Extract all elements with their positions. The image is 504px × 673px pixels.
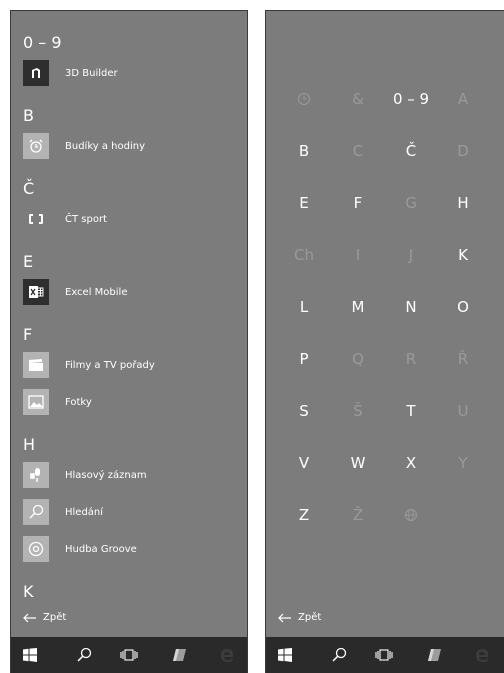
- jump-letter[interactable]: P: [284, 344, 324, 374]
- jump-letter[interactable]: W: [338, 448, 378, 478]
- jump-letter: Ž: [352, 506, 364, 524]
- alarm-clock-icon: [23, 133, 49, 159]
- search-icon: [23, 499, 49, 525]
- group-header[interactable]: Č: [23, 179, 34, 198]
- jump-letter: Ř: [457, 350, 469, 368]
- notebook-app-icon[interactable]: [417, 637, 451, 673]
- jump-letter: I: [355, 246, 361, 264]
- ct-sport-icon: [23, 206, 49, 232]
- edge-icon[interactable]: [465, 637, 499, 673]
- excel-icon: [23, 279, 49, 305]
- back-button[interactable]: Zpět: [278, 612, 321, 623]
- app-item[interactable]: 3D Builder: [23, 59, 118, 87]
- photos-icon: [23, 389, 49, 415]
- microphone-icon: [23, 462, 49, 488]
- app-item[interactable]: Excel Mobile: [23, 278, 127, 306]
- app-label: Budíky a hodiny: [65, 140, 145, 152]
- jump-letter: G: [405, 194, 417, 212]
- jump-letter: R: [405, 350, 417, 368]
- jump-letter: Š: [353, 402, 363, 420]
- arrow-left-icon: [278, 613, 291, 622]
- app-label: Hlasový záznam: [65, 469, 147, 481]
- jump-letter: Y: [458, 454, 468, 472]
- app-item[interactable]: Hlasový záznam: [23, 461, 147, 489]
- globe-icon: [391, 500, 431, 530]
- jump-letter: D: [457, 142, 469, 160]
- recent-clock-icon: [284, 84, 324, 114]
- search-icon[interactable]: [67, 637, 101, 673]
- app-label: Excel Mobile: [65, 286, 128, 298]
- jump-letter[interactable]: L: [284, 292, 324, 322]
- app-label: Fotky: [65, 396, 92, 408]
- film-clapper-icon: [23, 352, 49, 378]
- jump-letter[interactable]: Z: [284, 500, 324, 530]
- 3d-builder-icon: [23, 60, 49, 86]
- jump-letter[interactable]: Č: [391, 136, 431, 166]
- app-item[interactable]: Hledání: [23, 498, 103, 526]
- back-label: Zpět: [298, 612, 322, 623]
- jump-letter[interactable]: F: [338, 188, 378, 218]
- jump-letter: Q: [352, 350, 364, 368]
- app-item[interactable]: ČT sport: [23, 205, 107, 233]
- group-header[interactable]: 0 – 9: [23, 33, 62, 52]
- search-icon[interactable]: [322, 637, 356, 673]
- jump-letter: U: [457, 402, 469, 420]
- app-list-panel: 0 – 9 3D Builder B Budíky a hodiny Č ČT sport…: [10, 10, 248, 673]
- back-button[interactable]: Zpět: [23, 612, 66, 623]
- jump-letter[interactable]: N: [391, 292, 431, 322]
- taskbar: [11, 637, 247, 673]
- group-header[interactable]: B: [23, 106, 34, 125]
- groove-music-icon: [23, 536, 49, 562]
- app-label: Filmy a TV pořady: [65, 359, 155, 371]
- app-item[interactable]: Hudba Groove: [23, 535, 137, 563]
- jump-letter[interactable]: V: [284, 448, 324, 478]
- jump-letter[interactable]: X: [391, 448, 431, 478]
- jump-letter[interactable]: T: [391, 396, 431, 426]
- taskbar: [266, 637, 504, 673]
- jump-letter[interactable]: B: [284, 136, 324, 166]
- edge-icon[interactable]: [210, 637, 244, 673]
- app-item[interactable]: Fotky: [23, 388, 92, 416]
- back-label: Zpět: [43, 612, 67, 623]
- jump-letter[interactable]: 0 – 9: [391, 84, 431, 114]
- jump-letter[interactable]: M: [338, 292, 378, 322]
- task-view-icon[interactable]: [112, 637, 146, 673]
- windows-start-icon[interactable]: [13, 637, 47, 673]
- app-label: ČT sport: [65, 213, 107, 225]
- notebook-app-icon[interactable]: [162, 637, 196, 673]
- group-header[interactable]: E: [23, 252, 33, 271]
- group-header[interactable]: H: [23, 435, 35, 454]
- app-label: 3D Builder: [65, 67, 118, 79]
- group-header[interactable]: K: [23, 582, 34, 601]
- app-item[interactable]: Filmy a TV pořady: [23, 351, 155, 379]
- windows-start-icon[interactable]: [268, 637, 302, 673]
- jump-letter: C: [352, 142, 364, 160]
- arrow-left-icon: [23, 613, 36, 622]
- jump-letter[interactable]: O: [443, 292, 483, 322]
- group-header[interactable]: F: [23, 325, 32, 344]
- jump-letter[interactable]: S: [284, 396, 324, 426]
- jump-letter[interactable]: K: [443, 240, 483, 270]
- jump-list-panel: & 0 – 9 A B C Č D E F G H Ch I J K L M N O P Q R Ř S Š T U V W X Y Z Ž Z…: [265, 10, 504, 673]
- jump-letter: J: [408, 246, 414, 264]
- app-label: Hudba Groove: [65, 543, 137, 555]
- task-view-icon[interactable]: [367, 637, 401, 673]
- jump-letter[interactable]: H: [443, 188, 483, 218]
- jump-letter[interactable]: E: [284, 188, 324, 218]
- jump-letter: &: [352, 90, 364, 108]
- app-label: Hledání: [65, 506, 104, 518]
- app-item[interactable]: Budíky a hodiny: [23, 132, 145, 160]
- jump-letter: A: [457, 90, 469, 108]
- jump-letter: Ch: [294, 246, 314, 264]
